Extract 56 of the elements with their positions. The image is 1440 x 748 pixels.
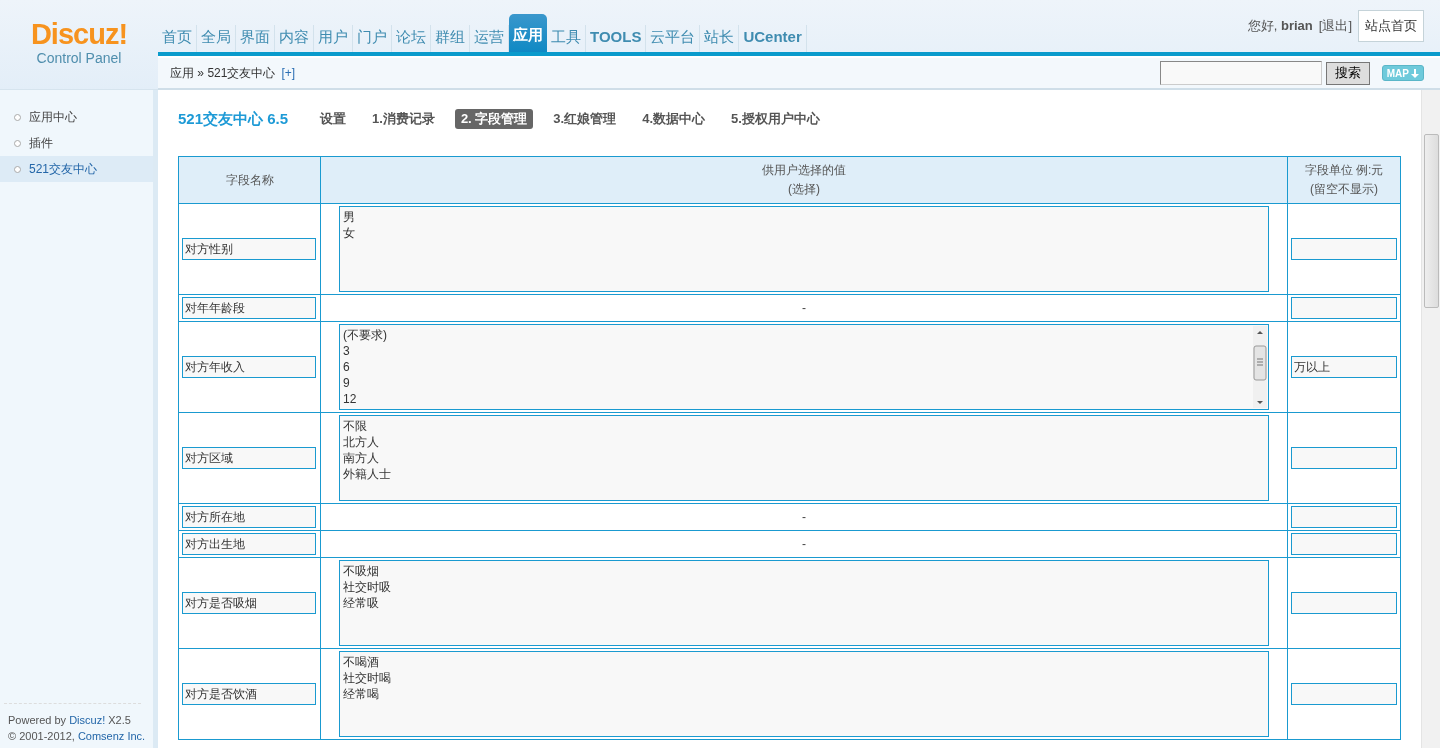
discuz-link[interactable]: Discuz! bbox=[69, 714, 106, 726]
unit-input[interactable] bbox=[1291, 533, 1397, 555]
options-textarea[interactable]: 不吸烟 社交时吸 经常吸 bbox=[339, 560, 1269, 646]
unit-input[interactable]: 万以上 bbox=[1291, 356, 1397, 378]
field-name-input[interactable]: 对方是否饮酒 bbox=[182, 683, 316, 705]
logo-text: Discuz! bbox=[30, 18, 128, 50]
add-link[interactable]: [+] bbox=[281, 65, 296, 80]
logo-subtitle: Control Panel bbox=[36, 50, 122, 66]
down-arrow-icon bbox=[1411, 68, 1419, 78]
field-name-input[interactable]: 对方是否吸烟 bbox=[182, 592, 316, 614]
unit-input[interactable] bbox=[1291, 297, 1397, 319]
sidebar-item[interactable]: 应用中心 bbox=[0, 104, 153, 130]
logout-link[interactable]: [退出] bbox=[1318, 17, 1352, 35]
options-textarea[interactable]: 不限 北方人 南方人 外籍人士 bbox=[339, 415, 1269, 501]
empty-value: - bbox=[320, 530, 1288, 558]
plugin-tab[interactable]: 设置 bbox=[314, 109, 353, 129]
plugin-title: 521交友中心 6.5 bbox=[178, 109, 289, 129]
comsenz-link[interactable]: Comsenz Inc. bbox=[77, 730, 146, 742]
search-field[interactable] bbox=[1159, 61, 1322, 85]
unit-input[interactable] bbox=[1291, 592, 1397, 614]
unit-input[interactable] bbox=[1291, 238, 1397, 260]
field-name-input[interactable]: 对方所在地 bbox=[182, 506, 316, 528]
unit-input[interactable] bbox=[1291, 506, 1397, 528]
powered-by-text: Powered by Discuz! X2.5 bbox=[8, 713, 132, 728]
bullet-icon bbox=[14, 139, 21, 147]
empty-value: - bbox=[320, 503, 1288, 531]
bullet-icon bbox=[14, 113, 21, 121]
sidebar-item[interactable]: 插件 bbox=[0, 130, 153, 156]
column-header: 供用户选择的值 (选择) bbox=[320, 156, 1288, 204]
field-name-input[interactable]: 对方区域 bbox=[182, 447, 316, 469]
plugin-tab[interactable]: 4.数据中心 bbox=[636, 109, 712, 129]
field-name-input[interactable]: 对方性别 bbox=[182, 238, 316, 260]
options-textarea[interactable]: 男 女 bbox=[339, 206, 1269, 292]
field-name-input[interactable]: 对方年收入 bbox=[182, 356, 316, 378]
plugin-tab[interactable]: 1.消费记录 bbox=[366, 109, 441, 129]
options-textarea[interactable]: (不要求) 3 6 9 12 bbox=[339, 324, 1269, 410]
unit-input[interactable] bbox=[1291, 683, 1397, 705]
plugin-tab[interactable]: 5.授权用户中心 bbox=[725, 109, 826, 129]
page-scrollbar[interactable] bbox=[1421, 90, 1440, 748]
sidebar-item[interactable]: 521交友中心 bbox=[0, 156, 153, 182]
column-header: 字段名称 bbox=[178, 156, 321, 204]
unit-input[interactable] bbox=[1291, 447, 1397, 469]
field-name-input[interactable]: 对方出生地 bbox=[182, 533, 316, 555]
plugin-tab[interactable]: 3.红娘管理 bbox=[547, 109, 623, 129]
column-header: 字段单位 例:元 (留空不显示) bbox=[1287, 156, 1401, 204]
site-home-button[interactable]: 站点首页 bbox=[1358, 10, 1424, 42]
search-button[interactable]: 搜索 bbox=[1325, 61, 1370, 85]
greeting-text: 您好, brian bbox=[1247, 17, 1313, 35]
scrollbar[interactable] bbox=[1253, 326, 1267, 408]
nav-tab[interactable]: 应用 bbox=[509, 14, 547, 52]
plugin-tab[interactable]: 2. 字段管理 bbox=[454, 109, 534, 129]
field-name-input[interactable]: 对年年龄段 bbox=[182, 297, 316, 319]
empty-value: - bbox=[320, 294, 1288, 322]
options-textarea[interactable]: 不喝酒 社交时喝 经常喝 bbox=[339, 651, 1269, 737]
breadcrumb: 应用 » 521交友中心 bbox=[170, 65, 276, 80]
bullet-icon bbox=[14, 165, 21, 173]
